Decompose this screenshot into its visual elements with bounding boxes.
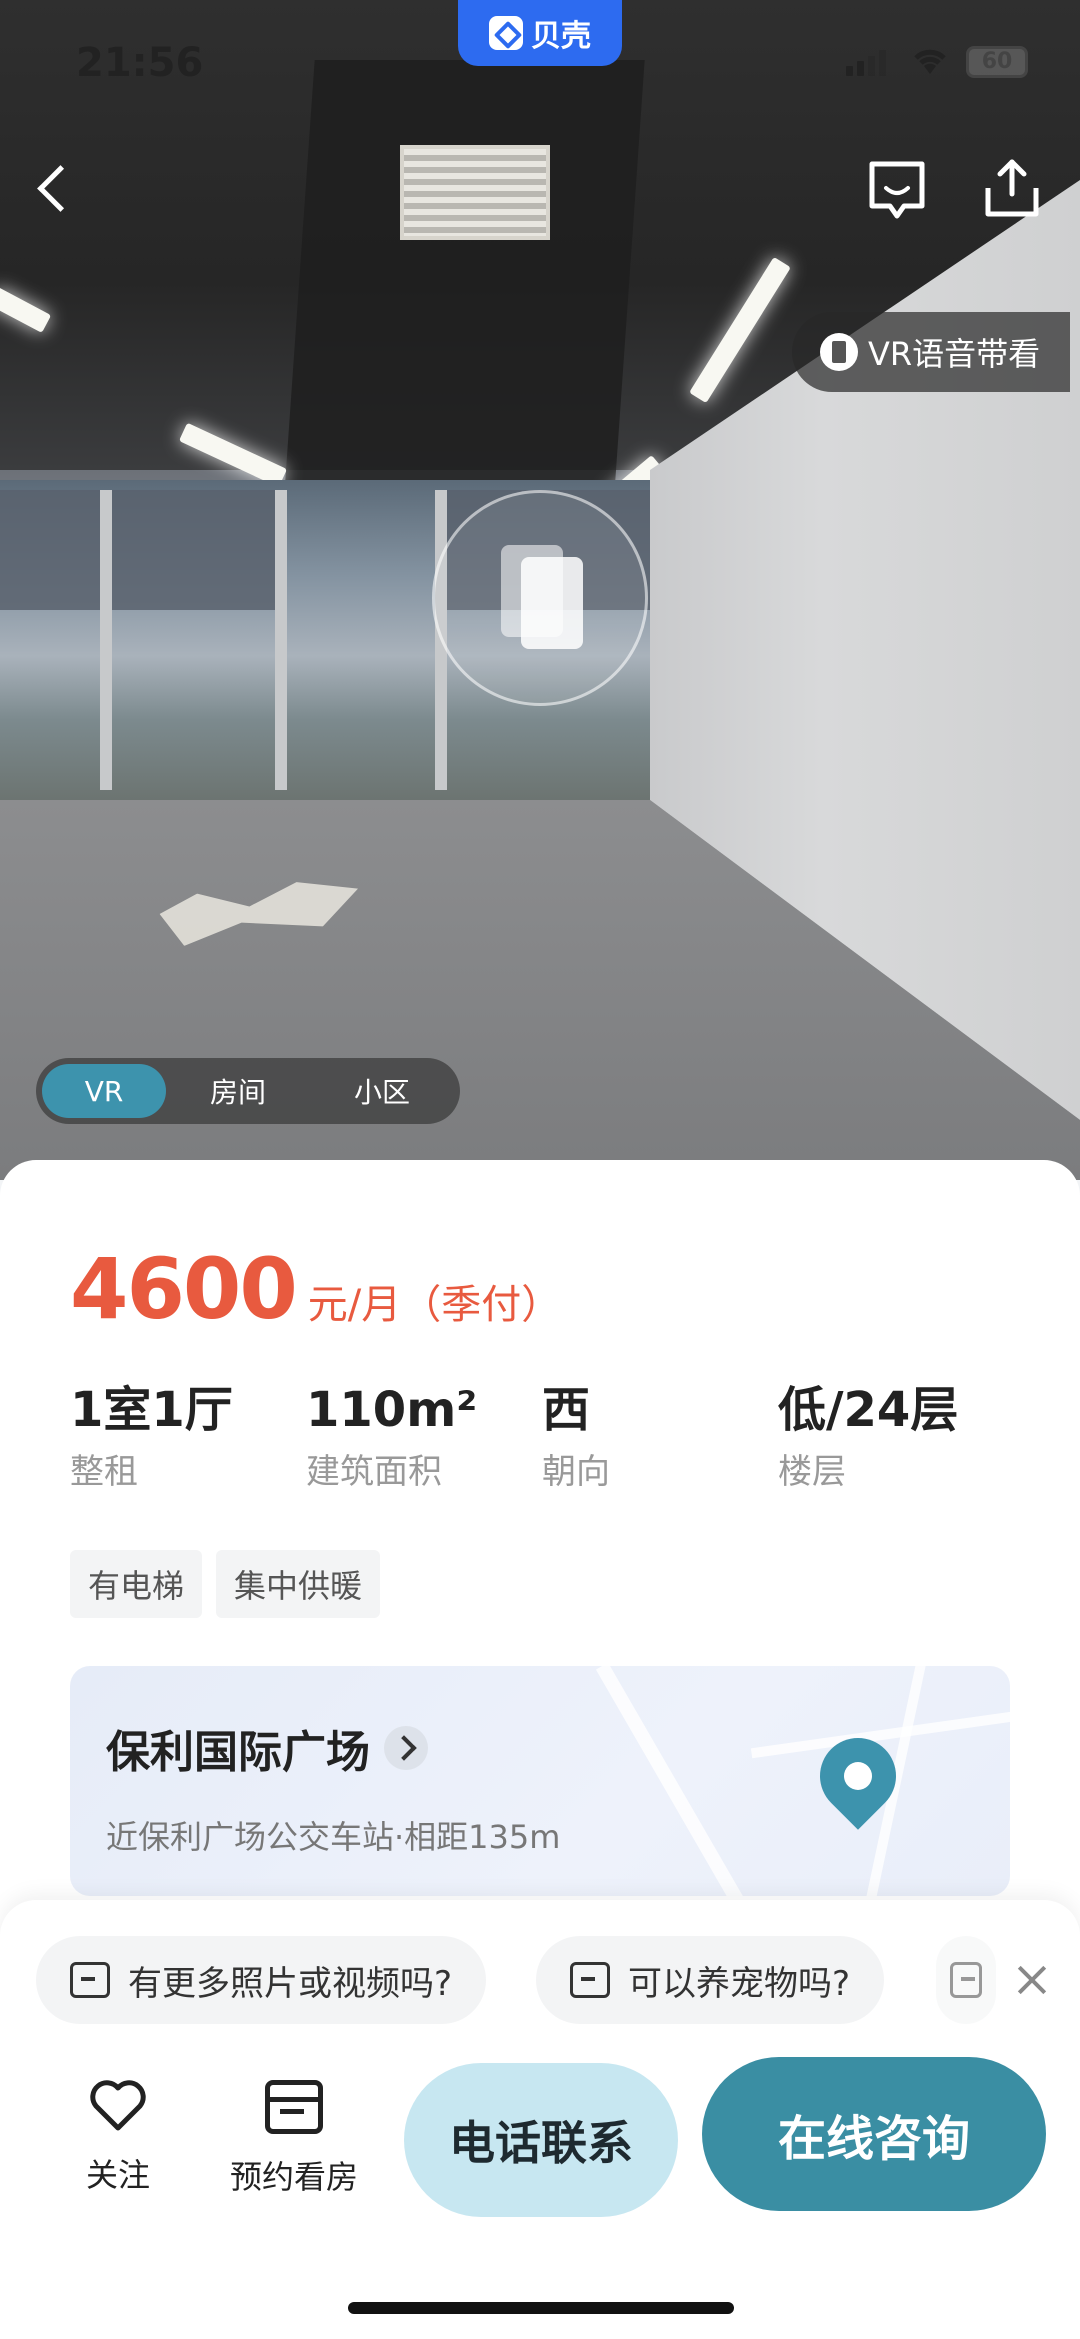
window-frame	[100, 490, 112, 790]
location-distance: 近保利广场公交车站·相距135m	[106, 1818, 561, 1856]
schedule-viewing-button[interactable]: 预约看房	[230, 2080, 358, 2198]
vr-card-front	[521, 557, 583, 649]
mode-rooms[interactable]: 房间	[166, 1064, 310, 1118]
price-value: 4600	[70, 1240, 298, 1338]
vr-icon	[820, 333, 858, 371]
follow-button[interactable]: 关注	[86, 2080, 150, 2196]
back-icon[interactable]	[34, 162, 72, 212]
spec-orientation: 西 朝向	[542, 1382, 610, 1492]
chat-bubble-icon	[570, 1962, 610, 1998]
chevron-right-icon	[384, 1726, 428, 1770]
wifi-icon	[910, 44, 950, 85]
spec-layout: 1室1厅 整租	[70, 1382, 233, 1492]
quick-question-more[interactable]	[936, 1936, 996, 2024]
home-indicator	[348, 2302, 734, 2314]
brand-badge[interactable]: 贝壳	[458, 0, 622, 66]
feature-tags: 有电梯 集中供暖	[70, 1550, 381, 1618]
tag-elevator: 有电梯	[70, 1550, 203, 1618]
vr-enter-button[interactable]	[432, 490, 648, 706]
spec-row: 1室1厅 整租 110m² 建筑面积 西 朝向 低/24层 楼层	[70, 1380, 1014, 1493]
online-consult-button[interactable]: 在线咨询	[702, 2057, 1046, 2211]
ceiling-beam	[285, 60, 645, 480]
mode-community[interactable]: 小区	[310, 1064, 454, 1118]
window-frame	[275, 490, 287, 790]
map-road	[595, 1666, 759, 1896]
mode-vr[interactable]: VR	[42, 1064, 166, 1118]
brand-logo-icon	[489, 16, 523, 50]
cellular-signal-icon	[846, 50, 886, 76]
vr-voice-label: VR语音带看	[868, 335, 1041, 373]
window-blind	[105, 490, 275, 610]
chat-bubble-icon	[70, 1962, 110, 1998]
tag-heating: 集中供暖	[216, 1550, 381, 1618]
share-icon[interactable]	[984, 158, 1040, 220]
location-title: 保利国际广场	[106, 1716, 428, 1780]
brand-name: 贝壳	[531, 19, 591, 54]
ceiling-vent	[400, 145, 550, 240]
chat-icon[interactable]	[868, 160, 926, 220]
status-time: 21:56	[76, 40, 204, 86]
call-button[interactable]: 电话联系	[404, 2063, 678, 2217]
view-mode-switch: VR 房间 小区	[36, 1058, 460, 1124]
price-unit: 元/月（季付）	[307, 1282, 562, 1328]
vr-voice-tour-button[interactable]: VR语音带看	[792, 312, 1071, 392]
battery-indicator: 60	[966, 46, 1028, 78]
calendar-icon	[265, 2080, 323, 2134]
community-name: 保利国际广场	[106, 1727, 370, 1778]
location-map-card[interactable]: 保利国际广场 近保利广场公交车站·相距135m	[70, 1666, 1010, 1896]
chat-bubble-icon	[950, 1962, 982, 1998]
heart-icon	[90, 2080, 146, 2131]
spec-area: 110m² 建筑面积	[306, 1382, 478, 1492]
price: 4600 元/月（季付）	[70, 1240, 561, 1338]
quick-question-photos[interactable]: 有更多照片或视频吗?	[36, 1936, 487, 2024]
close-icon[interactable]	[1012, 1960, 1052, 2000]
quick-question-pets[interactable]: 可以养宠物吗?	[536, 1936, 885, 2024]
spec-floor: 低/24层 楼层	[778, 1382, 959, 1492]
window-blind	[0, 490, 100, 610]
